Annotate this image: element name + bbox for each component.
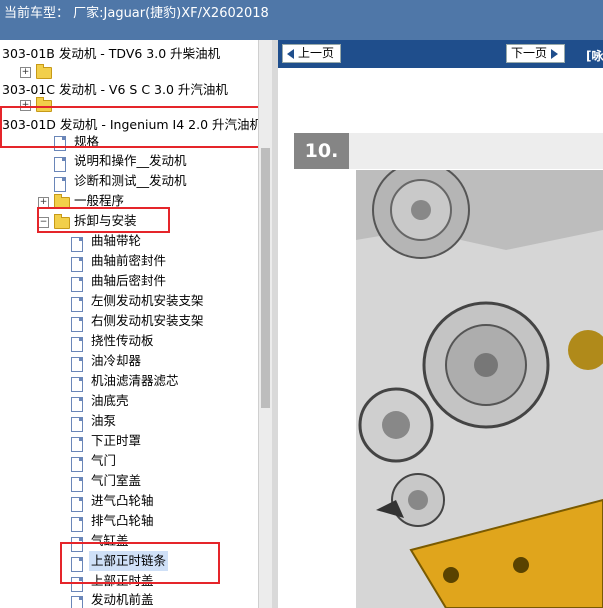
tree-item-intake-camshaft[interactable]: 进气凸轮轴 <box>91 491 154 511</box>
vehicle-title: 当前车型： 厂家:Jaguar(捷豹)XF/X2602018 <box>4 6 269 21</box>
document-icon <box>71 437 83 452</box>
document-icon <box>71 477 83 492</box>
tree-item-label: 发动机前盖 <box>91 592 154 607</box>
nav-extra-link[interactable]: [咏 <box>586 47 603 64</box>
page-nav-bar: 上一页 下一页 [咏 <box>278 40 603 68</box>
tree-item-label: 挠性传动板 <box>91 333 154 348</box>
scrollbar-thumb[interactable] <box>261 148 270 408</box>
tree-item-label: 进气凸轮轴 <box>91 493 154 508</box>
tree-item-label: 下正时罩 <box>91 433 142 448</box>
tree-item-label: 排气凸轮轴 <box>91 513 154 528</box>
content-panel: 上一页 下一页 [咏 10. <box>278 40 603 608</box>
tree-item-crank-pulley[interactable]: 曲轴带轮 <box>91 231 141 251</box>
tree-item-label: 曲轴后密封件 <box>91 273 167 288</box>
document-icon <box>71 497 83 512</box>
engine-drawing <box>356 170 603 608</box>
tree-item-label: 气门室盖 <box>91 473 142 488</box>
tree-item-lower-timing-cover[interactable]: 下正时罩 <box>91 431 141 451</box>
annotation-box <box>0 106 258 148</box>
tree-item-valves[interactable]: 气门 <box>91 451 116 471</box>
tree-item-label: 机油滤清器滤芯 <box>91 373 179 388</box>
annotation-box <box>60 542 220 584</box>
tree-item-front-seal[interactable]: 曲轴前密封件 <box>91 251 166 271</box>
document-icon <box>71 417 83 432</box>
tree-item-exhaust-camshaft[interactable]: 排气凸轮轴 <box>91 511 154 531</box>
tree-item-label: 说明和操作__发动机 <box>74 153 187 168</box>
document-icon <box>71 596 83 608</box>
prev-page-button[interactable]: 上一页 <box>282 44 342 63</box>
prev-page-label: 上一页 <box>298 46 335 60</box>
expand-icon[interactable]: + <box>20 67 31 78</box>
document-icon <box>71 297 83 312</box>
tree-item-valve-cover[interactable]: 气门室盖 <box>91 471 141 491</box>
document-icon <box>71 277 83 292</box>
tree-item-left-mount[interactable]: 左侧发动机安装支架 <box>91 291 204 311</box>
tree-item-diagnosis[interactable]: 诊断和测试__发动机 <box>74 171 187 191</box>
annotation-box <box>37 207 170 233</box>
tree-item-label: 油泵 <box>91 413 117 428</box>
tree-item-rear-seal[interactable]: 曲轴后密封件 <box>91 271 166 291</box>
document-icon <box>54 177 66 192</box>
document-icon <box>71 237 83 252</box>
tree-item-303-01b[interactable]: 303-01B 发动机 - TDV6 3.0 升柴油机 <box>2 44 220 64</box>
tree-item-oil-pan[interactable]: 油底壳 <box>91 391 129 411</box>
next-page-label: 下一页 <box>511 46 548 60</box>
engine-illustration <box>356 170 603 608</box>
document-icon <box>71 517 83 532</box>
tree-panel: 303-01B 发动机 - TDV6 3.0 升柴油机 + 303-01C 发动… <box>0 40 258 608</box>
tree-item-label: 303-01C 发动机 - V6 S C 3.0 升汽油机 <box>2 82 228 97</box>
tree-item-label: 左侧发动机安装支架 <box>91 293 204 308</box>
title-bar: 当前车型： 厂家:Jaguar(捷豹)XF/X2602018 <box>0 0 603 40</box>
tree-item-right-mount[interactable]: 右侧发动机安装支架 <box>91 311 204 331</box>
document-icon <box>71 457 83 472</box>
document-icon <box>71 317 83 332</box>
tree-item-description[interactable]: 说明和操作__发动机 <box>74 151 187 171</box>
tree-item-oil-pump[interactable]: 油泵 <box>91 411 116 431</box>
document-icon <box>71 397 83 412</box>
tree-item-flexplate[interactable]: 挠性传动板 <box>91 331 154 351</box>
document-icon <box>71 357 83 372</box>
document-icon <box>71 337 83 352</box>
tree-item-oil-filter[interactable]: 机油滤清器滤芯 <box>91 371 179 391</box>
tree-item-label: 右侧发动机安装支架 <box>91 313 204 328</box>
document-icon <box>71 377 83 392</box>
arrow-left-icon <box>287 48 294 59</box>
tree-item-label: 气门 <box>91 453 117 468</box>
tree-item-label: 曲轴带轮 <box>91 233 142 248</box>
folder-icon <box>36 64 52 79</box>
tree-item-label: 诊断和测试__发动机 <box>74 173 187 188</box>
tree-item-front-cover[interactable]: 发动机前盖 <box>91 590 154 608</box>
next-page-button[interactable]: 下一页 <box>506 44 566 63</box>
document-icon <box>54 157 66 172</box>
arrow-right-icon <box>551 48 559 59</box>
tree-item-oil-cooler[interactable]: 油冷却器 <box>91 351 141 371</box>
tree-item-label: 油冷却器 <box>91 353 142 368</box>
tree-item-label: 一般程序 <box>74 193 125 208</box>
step-number: 10. <box>294 133 349 169</box>
tree-item-label: 303-01B 发动机 - TDV6 3.0 升柴油机 <box>2 46 221 61</box>
document-icon <box>71 257 83 272</box>
tree-item-label: 曲轴前密封件 <box>91 253 167 268</box>
tree-item-label: 油底壳 <box>91 393 129 408</box>
tree-scrollbar[interactable] <box>258 40 273 608</box>
